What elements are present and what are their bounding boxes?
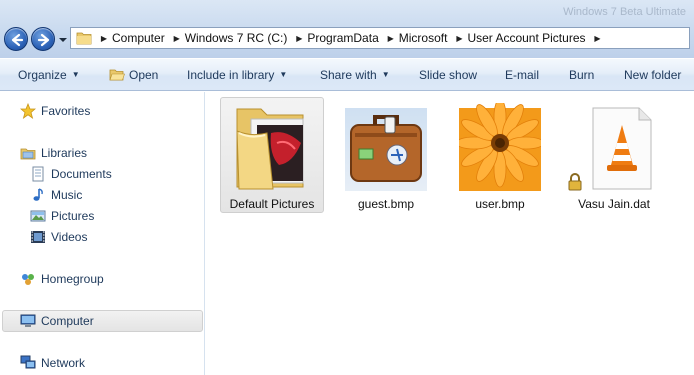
slide-show-button[interactable]: Slide show — [419, 59, 477, 91]
file-item-guest-bmp[interactable]: guest.bmp — [334, 97, 438, 213]
open-label: Open — [129, 68, 159, 82]
pictures-icon — [30, 210, 46, 222]
nav-label: Network — [41, 356, 86, 370]
lock-icon — [568, 173, 582, 191]
nav-libraries[interactable]: Libraries — [20, 143, 87, 163]
history-dropdown-icon[interactable] — [58, 35, 68, 45]
burn-label: Burn — [569, 68, 595, 82]
share-with-button[interactable]: Share with ▼ — [320, 59, 390, 91]
breadcrumb-drive-c[interactable]: ▶ Windows 7 RC (C:) — [165, 31, 288, 45]
file-name: Default Pictures — [229, 197, 315, 211]
nav-network[interactable]: Network — [20, 353, 85, 373]
organize-label: Organize — [18, 68, 67, 82]
new-folder-label: New folder — [624, 68, 682, 82]
nav-label: Documents — [51, 167, 112, 181]
nav-computer[interactable]: Computer — [2, 310, 203, 332]
new-folder-button[interactable]: New folder — [624, 59, 681, 91]
breadcrumb-user-account-pictures[interactable]: ▶ User Account Pictures ▶ — [447, 31, 605, 45]
nav-label: Pictures — [51, 209, 95, 223]
breadcrumb-label: Microsoft — [398, 31, 448, 45]
forward-button[interactable] — [31, 27, 55, 51]
computer-icon — [20, 314, 36, 327]
window-title: Windows 7 Beta Ultimate — [563, 6, 686, 18]
chevron-down-icon: ▼ — [71, 70, 80, 79]
breadcrumb-microsoft[interactable]: ▶ Microsoft — [379, 31, 448, 45]
folder-icon — [76, 32, 92, 45]
folder-icon — [236, 108, 304, 190]
library-icon — [20, 148, 36, 160]
breadcrumb-programdata[interactable]: ▶ ProgramData — [287, 31, 378, 45]
chevron-right-icon[interactable]: ▶ — [590, 34, 606, 43]
navigation-pane: Favorites Libraries Documents Music Pict… — [0, 92, 205, 375]
nav-documents[interactable]: Documents — [30, 164, 112, 184]
command-bar: Organize ▼ Open Include in library ▼ Share… — [0, 58, 694, 91]
nav-favorites[interactable]: Favorites — [20, 101, 90, 121]
videos-icon — [31, 231, 45, 243]
nav-homegroup[interactable]: Homegroup — [20, 269, 104, 289]
back-button[interactable] — [4, 27, 28, 51]
chevron-down-icon: ▼ — [381, 70, 390, 79]
suitcase-image-icon — [345, 108, 427, 191]
nav-pictures[interactable]: Pictures — [30, 206, 94, 226]
nav-label: Libraries — [41, 146, 88, 160]
slide-show-label: Slide show — [419, 68, 478, 82]
nav-label: Computer — [41, 314, 94, 328]
burn-button[interactable]: Burn — [569, 59, 594, 91]
vlc-file-icon — [592, 107, 652, 190]
file-item-vasu-jain-dat[interactable]: Vasu Jain.dat — [562, 97, 666, 213]
nav-label: Homegroup — [41, 272, 104, 286]
breadcrumb-label: User Account Pictures — [467, 31, 586, 45]
breadcrumb-label: ProgramData — [307, 31, 379, 45]
nav-label: Music — [51, 188, 83, 202]
flower-image-icon — [459, 103, 541, 191]
email-button[interactable]: E-mail — [505, 59, 539, 91]
music-note-icon — [33, 188, 43, 201]
network-icon — [20, 355, 36, 369]
address-bar[interactable]: ▶ Computer ▶ Windows 7 RC (C:) ▶ ProgramDat… — [70, 27, 690, 49]
open-folder-icon — [109, 69, 125, 81]
title-bar: Windows 7 Beta Ultimate ▶ Computer ▶ Windo… — [0, 0, 694, 58]
breadcrumb-label: Computer — [112, 31, 165, 45]
chevron-down-icon: ▼ — [279, 70, 288, 79]
file-item-user-bmp[interactable]: user.bmp — [448, 97, 552, 213]
include-in-library-button[interactable]: Include in library ▼ — [187, 59, 287, 91]
organize-button[interactable]: Organize ▼ — [18, 59, 80, 91]
arrow-right-icon — [37, 33, 50, 47]
share-with-label: Share with — [320, 68, 377, 82]
arrow-left-icon — [11, 33, 24, 47]
file-name: user.bmp — [475, 197, 525, 211]
homegroup-icon — [22, 274, 34, 285]
include-in-library-label: Include in library — [187, 68, 275, 82]
file-name: Vasu Jain.dat — [578, 197, 650, 211]
email-label: E-mail — [505, 68, 540, 82]
nav-label: Favorites — [41, 104, 91, 118]
nav-music[interactable]: Music — [30, 185, 82, 205]
star-icon — [20, 103, 36, 119]
documents-icon — [32, 166, 44, 182]
file-item-default-pictures[interactable]: Default Pictures — [220, 97, 324, 213]
breadcrumb-computer[interactable]: ▶ Computer — [96, 31, 165, 45]
nav-label: Videos — [51, 230, 88, 244]
open-button[interactable]: Open — [109, 59, 158, 91]
file-view: Default Pictures guest.bmp user.bmp Vasu… — [206, 92, 694, 375]
breadcrumb-label: Windows 7 RC (C:) — [184, 31, 288, 45]
file-name: guest.bmp — [357, 197, 415, 211]
nav-videos[interactable]: Videos — [30, 227, 87, 247]
